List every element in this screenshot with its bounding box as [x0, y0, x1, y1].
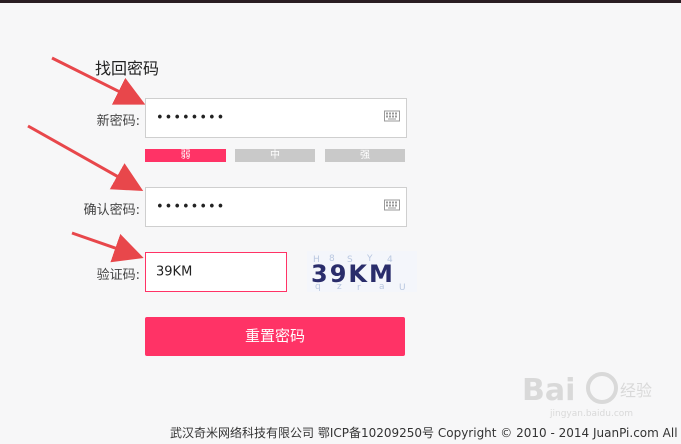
footer-copyright: 武汉奇米网络科技有限公司 鄂ICP备10209250号 Copyright © …: [170, 426, 681, 440]
confirm-password-label: 确认密码:: [83, 203, 140, 218]
arrow-confirm-password: [27, 124, 144, 191]
captcha-image-graphic: H8SY4 qzraU 39KM: [311, 254, 406, 292]
captcha-image-text: 39KM: [311, 260, 395, 288]
confirm-password-value: ••••••••: [156, 199, 226, 215]
strength-weak: 弱: [145, 149, 226, 162]
new-password-value: ••••••••: [156, 110, 226, 126]
captcha-label: 验证码:: [96, 268, 140, 283]
keyboard-icon[interactable]: [384, 199, 400, 215]
captcha-input[interactable]: 39KM: [145, 252, 287, 292]
page-title: 找回密码: [95, 59, 160, 78]
captcha-input-value: 39KM: [156, 264, 193, 280]
keyboard-icon[interactable]: [384, 110, 400, 126]
confirm-password-field[interactable]: ••••••••: [145, 187, 407, 227]
new-password-field[interactable]: ••••••••: [145, 98, 407, 138]
strength-strong: 强: [325, 149, 405, 162]
strength-medium: 中: [235, 149, 315, 162]
svg-text:jingyan.baidu.com: jingyan.baidu.com: [549, 409, 633, 418]
svg-text:经验: 经验: [620, 381, 652, 400]
svg-text:U: U: [399, 283, 406, 292]
new-password-label: 新密码:: [96, 114, 140, 129]
baidu-jingyan-watermark: Bai 经验 jingyan.baidu.com: [520, 358, 670, 419]
captcha-image[interactable]: H8SY4 qzraU 39KM: [307, 251, 417, 292]
arrow-captcha: [71, 231, 144, 263]
reset-password-button[interactable]: 重置密码: [145, 317, 405, 356]
svg-text:Bai: Bai: [522, 373, 575, 408]
